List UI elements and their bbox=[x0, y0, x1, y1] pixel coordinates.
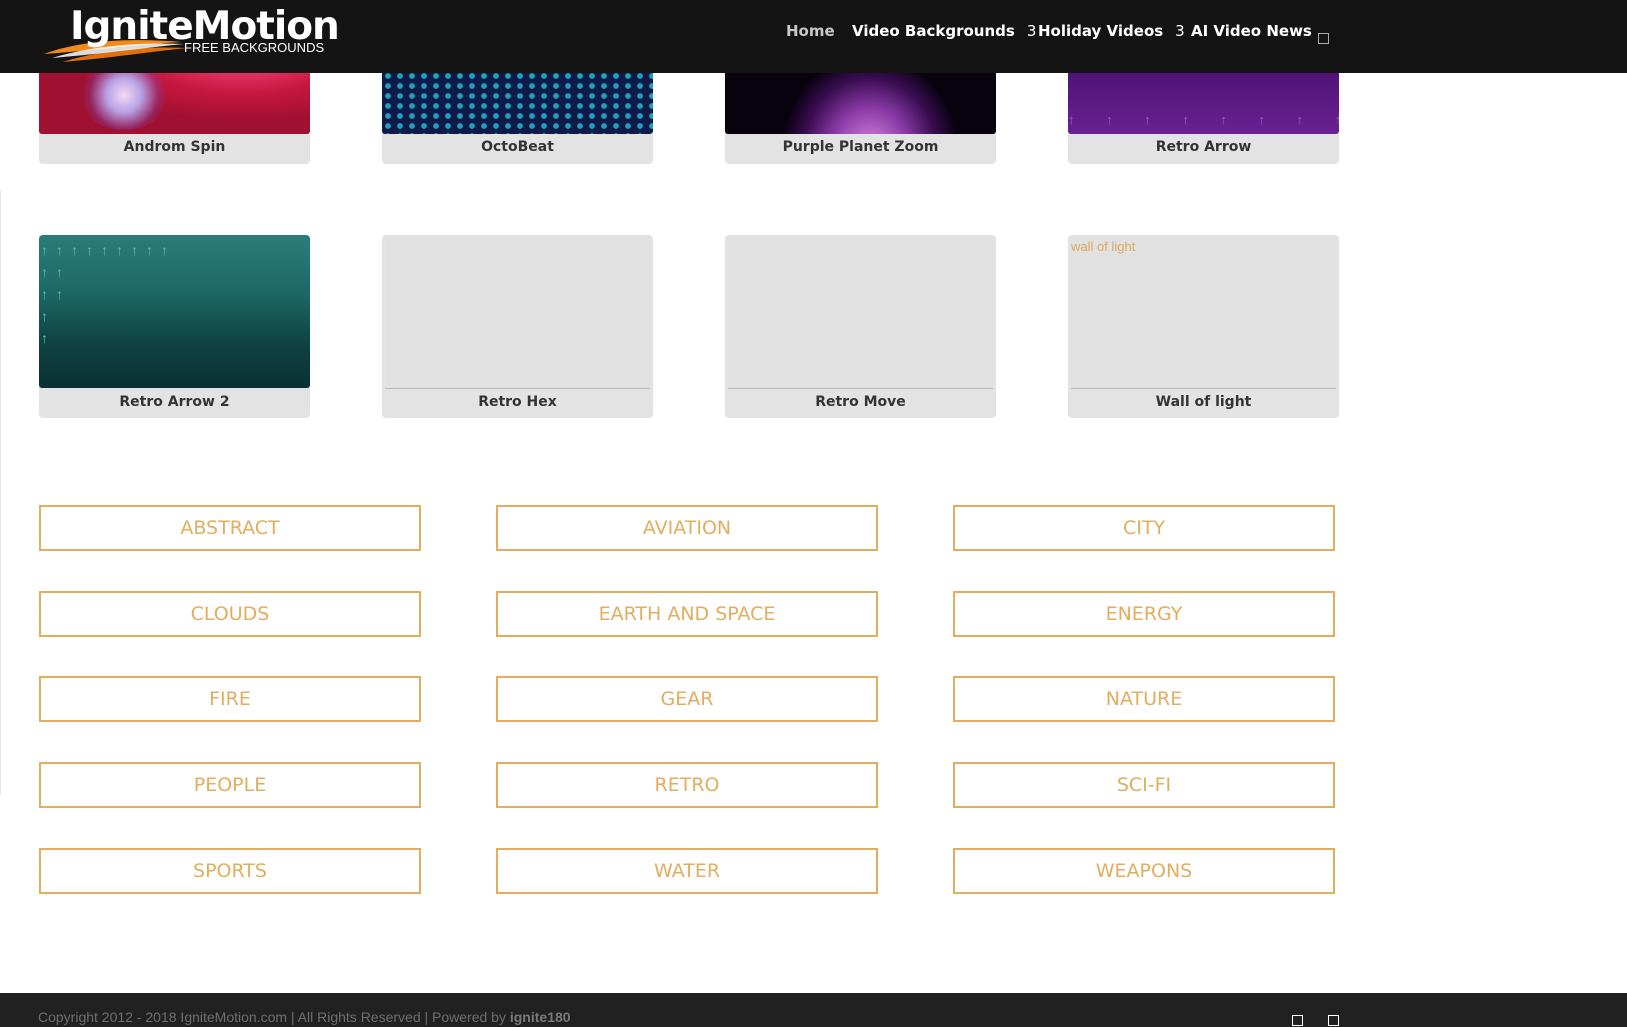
category-button-weapons[interactable]: WEAPONS bbox=[953, 848, 1335, 894]
category-button-retro[interactable]: RETRO bbox=[496, 762, 878, 808]
category-button-energy[interactable]: ENERGY bbox=[953, 591, 1335, 637]
copyright-text: Copyright 2012 - 2018 IgniteMotion.com |… bbox=[38, 1009, 571, 1025]
category-button-sci-fi[interactable]: SCI-FI bbox=[953, 762, 1335, 808]
nav-ai-video-news-label: AI Video News bbox=[1191, 22, 1312, 40]
nav-video-backgrounds[interactable]: Video Backgrounds 3 bbox=[852, 22, 1036, 40]
copyright-label: Copyright 2012 - 2018 IgniteMotion.com |… bbox=[38, 1009, 506, 1025]
site-footer: Copyright 2012 - 2018 IgniteMotion.com |… bbox=[0, 993, 1627, 1027]
video-title[interactable]: Retro Move bbox=[725, 394, 996, 410]
search-icon[interactable] bbox=[1318, 33, 1329, 44]
video-card[interactable]: wall of light Wall of light bbox=[1068, 235, 1339, 418]
video-thumbnail[interactable]: wall of light bbox=[1071, 235, 1336, 389]
arrow-pattern: ↑ ↑ ↑ ↑ ↑ ↑ ↑ ↑ ↑ bbox=[1068, 112, 1339, 127]
arrow-pattern: ↑↑↑↑↑↑↑↑↑ ↑↑ ↑↑ ↑ ↑ bbox=[41, 242, 176, 346]
category-button-fire[interactable]: FIRE bbox=[39, 676, 421, 722]
video-title[interactable]: Retro Arrow bbox=[1068, 139, 1339, 155]
video-title[interactable]: OctoBeat bbox=[382, 139, 653, 155]
logo-tagline: FREE BACKGROUNDS bbox=[184, 40, 325, 55]
category-button-sports[interactable]: SPORTS bbox=[39, 848, 421, 894]
social-icon[interactable] bbox=[1292, 1015, 1303, 1026]
category-button-abstract[interactable]: ABSTRACT bbox=[39, 505, 421, 551]
video-title[interactable]: Androm Spin bbox=[39, 139, 310, 155]
video-title[interactable]: Wall of light bbox=[1068, 394, 1339, 410]
category-button-people[interactable]: PEOPLE bbox=[39, 762, 421, 808]
site-header: IgniteMotion FREE BACKGROUNDS Home Video… bbox=[0, 0, 1627, 73]
video-thumbnail[interactable]: ↑↑↑↑↑↑↑↑↑ ↑↑ ↑↑ ↑ ↑ bbox=[39, 235, 310, 388]
category-button-gear[interactable]: GEAR bbox=[496, 676, 878, 722]
nav-video-backgrounds-label: Video Backgrounds bbox=[852, 22, 1015, 40]
video-title[interactable]: Retro Arrow 2 bbox=[39, 394, 310, 410]
site-logo[interactable]: IgniteMotion FREE BACKGROUNDS bbox=[42, 4, 340, 64]
video-card[interactable]: Retro Hex bbox=[382, 235, 653, 418]
nav-holiday-videos[interactable]: Holiday Videos 3 bbox=[1038, 22, 1185, 40]
category-button-city[interactable]: CITY bbox=[953, 505, 1335, 551]
broken-image-alt-text: wall of light bbox=[1071, 239, 1136, 254]
powered-by-link[interactable]: ignite180 bbox=[510, 1009, 571, 1025]
video-thumbnail[interactable] bbox=[385, 235, 650, 389]
social-icon[interactable] bbox=[1328, 1015, 1339, 1026]
nav-home[interactable]: Home bbox=[786, 22, 835, 40]
chevron-down-icon: 3 bbox=[1175, 22, 1185, 40]
nav-home-label: Home bbox=[786, 22, 835, 40]
nav-holiday-videos-label: Holiday Videos bbox=[1038, 22, 1164, 40]
chevron-down-icon: 3 bbox=[1026, 22, 1037, 40]
video-title[interactable]: Purple Planet Zoom bbox=[725, 139, 996, 155]
video-card[interactable]: ↑↑↑↑↑↑↑↑↑ ↑↑ ↑↑ ↑ ↑ Retro Arrow 2 bbox=[39, 235, 310, 418]
category-button-clouds[interactable]: CLOUDS bbox=[39, 591, 421, 637]
video-title[interactable]: Retro Hex bbox=[382, 394, 653, 410]
category-button-aviation[interactable]: AVIATION bbox=[496, 505, 878, 551]
nav-ai-video-news[interactable]: AI Video News bbox=[1191, 22, 1312, 40]
category-button-earth-and-space[interactable]: EARTH AND SPACE bbox=[496, 591, 878, 637]
page-edge-line bbox=[0, 190, 1, 795]
video-card[interactable]: Retro Move bbox=[725, 235, 996, 418]
category-button-water[interactable]: WATER bbox=[496, 848, 878, 894]
category-button-nature[interactable]: NATURE bbox=[953, 676, 1335, 722]
video-thumbnail[interactable] bbox=[728, 235, 993, 389]
